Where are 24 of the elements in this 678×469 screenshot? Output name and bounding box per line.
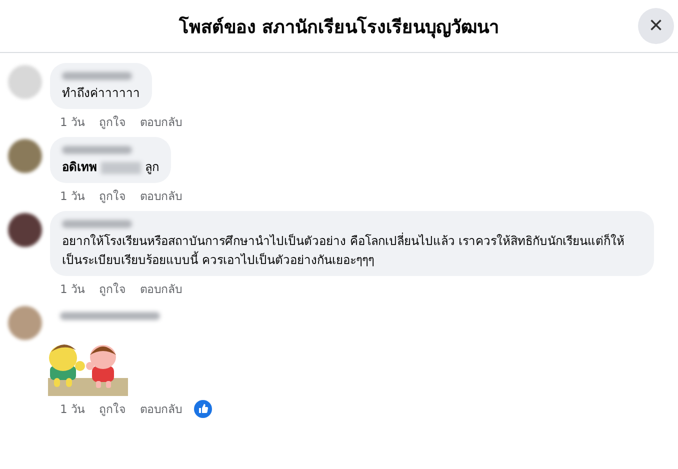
comment-text: ลูก xyxy=(145,159,159,176)
like-link[interactable]: ถูกใจ xyxy=(98,113,126,131)
like-link[interactable]: ถูกใจ xyxy=(98,400,126,418)
blurred-name xyxy=(62,220,132,228)
avatar[interactable] xyxy=(8,139,42,173)
comment-text: อยากให้โรงเรียนหรือสถาบันการศึกษานำไปเป็นตัวอย่าง คือโลกเปลี่ยนไปแล้ว เราควรให้สิทธิกับนักเรียนแต่ก็ให้เป็นระเบียบเรียบร้อยแบบนี้ ควรเอาไปเป็นตัวอย่างกันเยอะๆๆๆ xyxy=(62,232,626,269)
comment-time[interactable]: 1 วัน xyxy=(60,280,85,298)
dialog-title: โพสต์ของ สภานักเรียนโรงเรียนบุญวัฒนา xyxy=(178,15,500,40)
reply-link[interactable]: ตอบกลับ xyxy=(140,280,182,298)
close-button[interactable]: × xyxy=(638,8,674,44)
comment-time[interactable]: 1 วัน xyxy=(60,400,85,418)
comment-time[interactable]: 1 วัน xyxy=(60,113,85,131)
comment-text: ทำถึงค่าาาาาา xyxy=(62,85,140,102)
like-link[interactable]: ถูกใจ xyxy=(98,280,126,298)
blurred-name xyxy=(101,162,141,174)
mention-name[interactable]: อดิเทพ xyxy=(62,158,97,177)
blurred-name xyxy=(62,72,132,80)
blurred-name xyxy=(62,146,132,154)
reply-link[interactable]: ตอบกลับ xyxy=(140,187,182,205)
comment-time[interactable]: 1 วัน xyxy=(60,187,85,205)
reply-link[interactable]: ตอบกลับ xyxy=(140,113,182,131)
like-link[interactable]: ถูกใจ xyxy=(98,187,126,205)
avatar[interactable] xyxy=(8,213,42,247)
reply-link[interactable]: ตอบกลับ xyxy=(140,400,182,418)
